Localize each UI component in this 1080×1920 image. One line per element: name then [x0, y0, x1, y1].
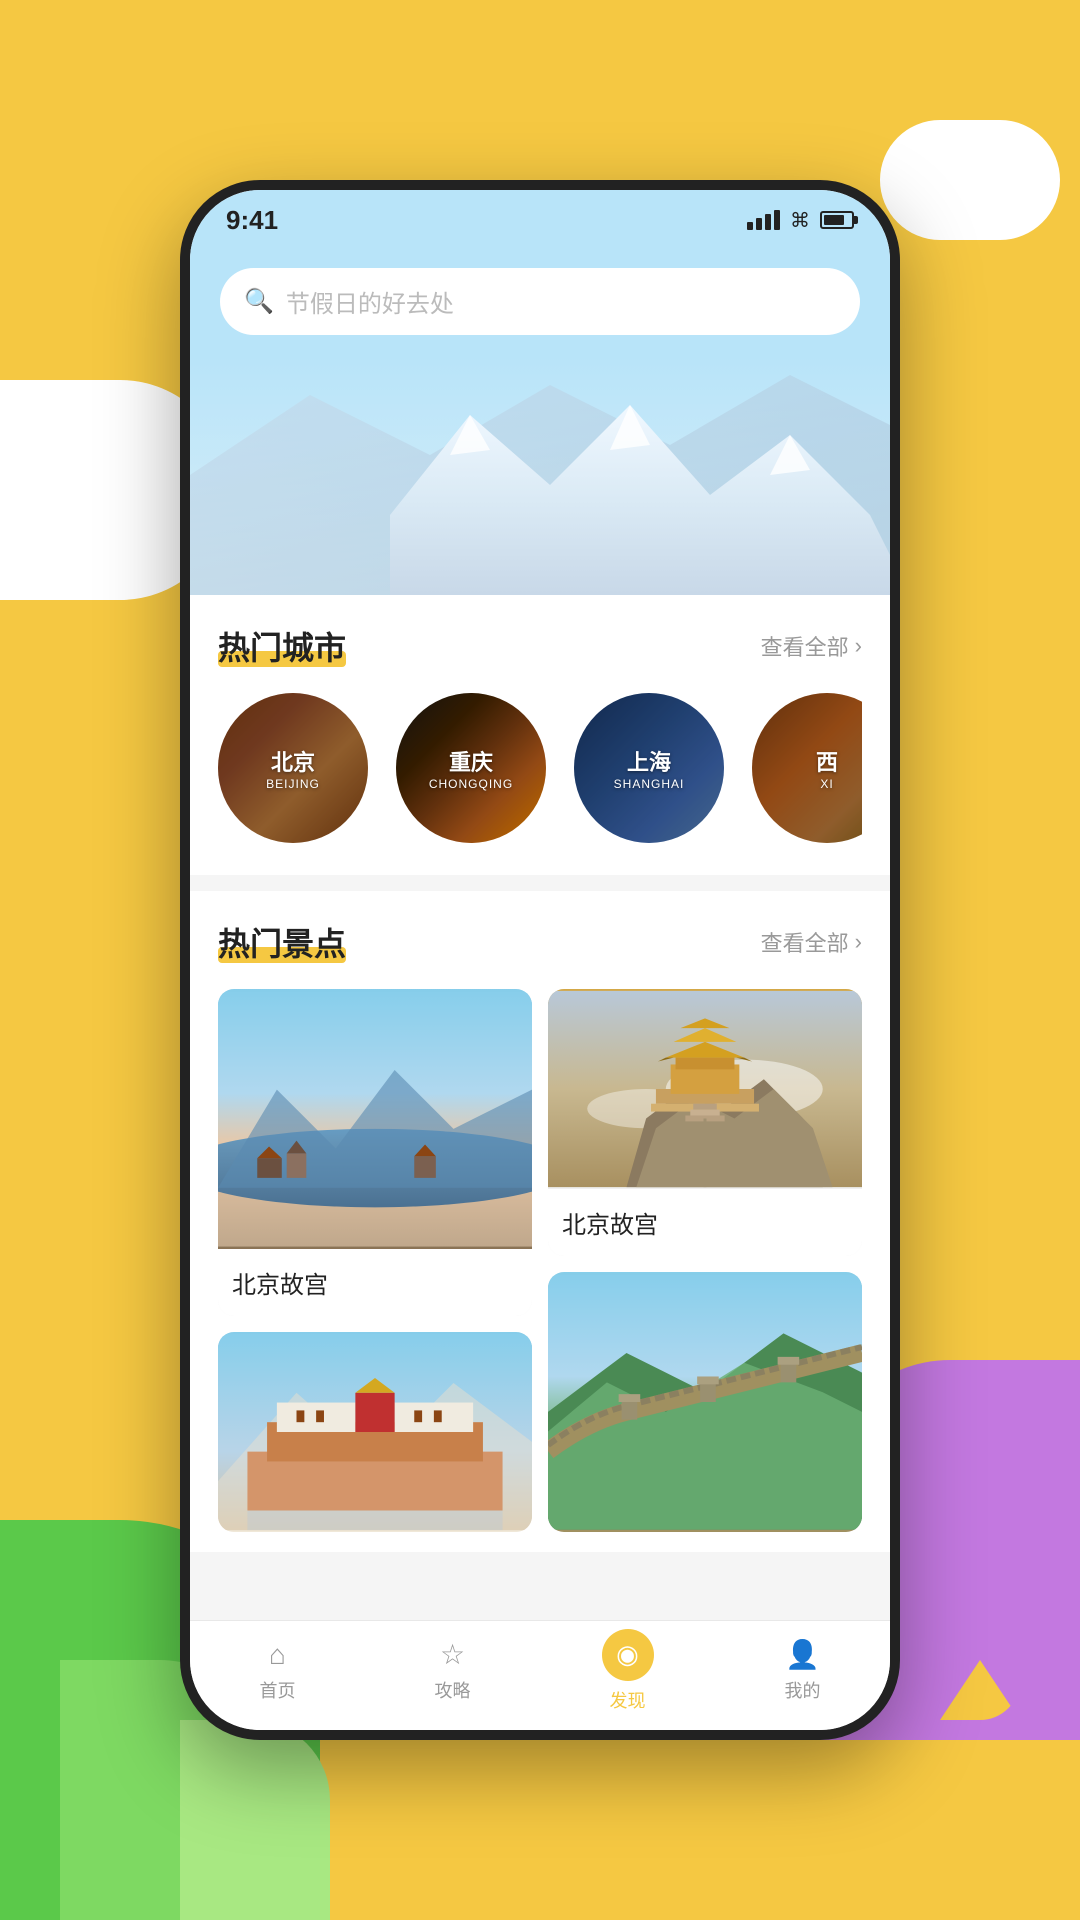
attractions-grid: 北京故宫 — [218, 989, 862, 1532]
attraction-card-palace[interactable]: 北京故宫 — [548, 989, 862, 1256]
discover-active-dot: ◉ — [602, 1629, 654, 1681]
tab-label-discover: 发现 — [610, 1687, 646, 1713]
city-name-en-beijing: BEIJING — [266, 777, 320, 791]
tab-item-profile[interactable]: 👤 我的 — [715, 1638, 890, 1703]
attraction-image-potala — [218, 1332, 532, 1532]
tab-item-guide[interactable]: ☆ 攻略 — [365, 1638, 540, 1703]
attraction-image-lake — [218, 989, 532, 1249]
city-overlay-beijing: 北京 BEIJING — [218, 693, 368, 843]
cities-see-all-chevron: › — [855, 633, 862, 659]
city-circle-shanghai: 上海 SHANGHAI — [574, 693, 724, 843]
hero-banner — [190, 355, 890, 595]
attractions-see-all-label: 查看全部 — [761, 926, 849, 958]
tab-label-home: 首页 — [260, 1677, 296, 1703]
attraction-label-lake: 北京故宫 — [218, 1249, 532, 1316]
status-icons: ⌘ — [747, 208, 854, 233]
search-icon: 🔍 — [244, 287, 274, 316]
city-name-zh-shanghai: 上海 — [627, 745, 671, 777]
cities-section-header: 热门城市 查看全部 › — [218, 623, 862, 669]
scroll-bottom-spacer — [190, 1568, 890, 1588]
search-input[interactable]: 节假日的好去处 — [286, 284, 454, 319]
cities-title-wrap: 热门城市 — [218, 623, 346, 669]
phone-frame: 9:41 ⌘ 🔍 节假日的好去处 — [180, 180, 900, 1740]
tab-item-discover[interactable]: ◉ 发现 — [540, 1629, 715, 1713]
city-overlay-xi: 西 XI — [752, 693, 862, 843]
bg-cloud-right — [880, 120, 1060, 240]
attraction-card-potala[interactable] — [218, 1332, 532, 1532]
tab-bar: ⌂ 首页 ☆ 攻略 ◉ 发现 👤 我的 — [190, 1620, 890, 1730]
attraction-card-greatwall[interactable] — [548, 1272, 862, 1532]
status-time: 9:41 — [226, 205, 278, 236]
discover-icon: ◉ — [616, 1639, 639, 1670]
tab-label-guide: 攻略 — [435, 1677, 471, 1703]
city-circle-xi: 西 XI — [752, 693, 862, 843]
cities-see-all[interactable]: 查看全部 › — [761, 630, 862, 662]
city-name-zh-chongqing: 重庆 — [449, 745, 493, 777]
city-name-zh-xi: 西 — [816, 745, 838, 777]
city-name-en-shanghai: SHANGHAI — [614, 777, 685, 791]
battery-icon — [820, 211, 854, 229]
city-name-en-chongqing: CHONGQING — [429, 777, 513, 791]
scroll-content[interactable]: 热门城市 查看全部 › 北京 BEIJING — [190, 595, 890, 1620]
city-name-zh-beijing: 北京 — [271, 745, 315, 777]
attractions-see-all-chevron: › — [855, 929, 862, 955]
bg-green-hill3 — [180, 1720, 330, 1920]
hot-cities-section: 热门城市 查看全部 › 北京 BEIJING — [190, 595, 890, 875]
attraction-label-palace: 北京故宫 — [548, 1189, 862, 1256]
guide-icon: ☆ — [440, 1638, 465, 1671]
city-name-en-xi: XI — [820, 777, 833, 791]
city-circle-beijing: 北京 BEIJING — [218, 693, 368, 843]
city-overlay-shanghai: 上海 SHANGHAI — [574, 693, 724, 843]
attraction-image-palace — [548, 989, 862, 1189]
cities-see-all-label: 查看全部 — [761, 630, 849, 662]
attractions-title-wrap: 热门景点 — [218, 919, 346, 965]
attraction-card-lake[interactable]: 北京故宫 — [218, 989, 532, 1316]
tab-item-home[interactable]: ⌂ 首页 — [190, 1639, 365, 1703]
search-section: 🔍 节假日的好去处 — [190, 250, 890, 355]
mountain-illustration — [190, 355, 890, 595]
attractions-see-all[interactable]: 查看全部 › — [761, 926, 862, 958]
attractions-section-header: 热门景点 查看全部 › — [218, 919, 862, 965]
city-item-chongqing[interactable]: 重庆 CHONGQING — [396, 693, 546, 855]
city-overlay-chongqing: 重庆 CHONGQING — [396, 693, 546, 843]
hot-attractions-section: 热门景点 查看全部 › — [190, 891, 890, 1552]
city-item-shanghai[interactable]: 上海 SHANGHAI — [574, 693, 724, 855]
attractions-section-title: 热门景点 — [218, 926, 346, 962]
tab-label-profile: 我的 — [785, 1677, 821, 1703]
city-item-xi[interactable]: 西 XI — [752, 693, 862, 855]
status-bar: 9:41 ⌘ — [190, 190, 890, 250]
search-bar[interactable]: 🔍 节假日的好去处 — [220, 268, 860, 335]
cities-row: 北京 BEIJING 重庆 CHONGQING — [218, 693, 862, 855]
profile-icon: 👤 — [785, 1638, 820, 1671]
home-icon: ⌂ — [269, 1639, 286, 1671]
wifi-icon: ⌘ — [790, 208, 810, 233]
cities-section-title: 热门城市 — [218, 630, 346, 666]
attraction-image-greatwall — [548, 1272, 862, 1532]
city-circle-chongqing: 重庆 CHONGQING — [396, 693, 546, 843]
city-item-beijing[interactable]: 北京 BEIJING — [218, 693, 368, 855]
signal-icon — [747, 210, 780, 230]
